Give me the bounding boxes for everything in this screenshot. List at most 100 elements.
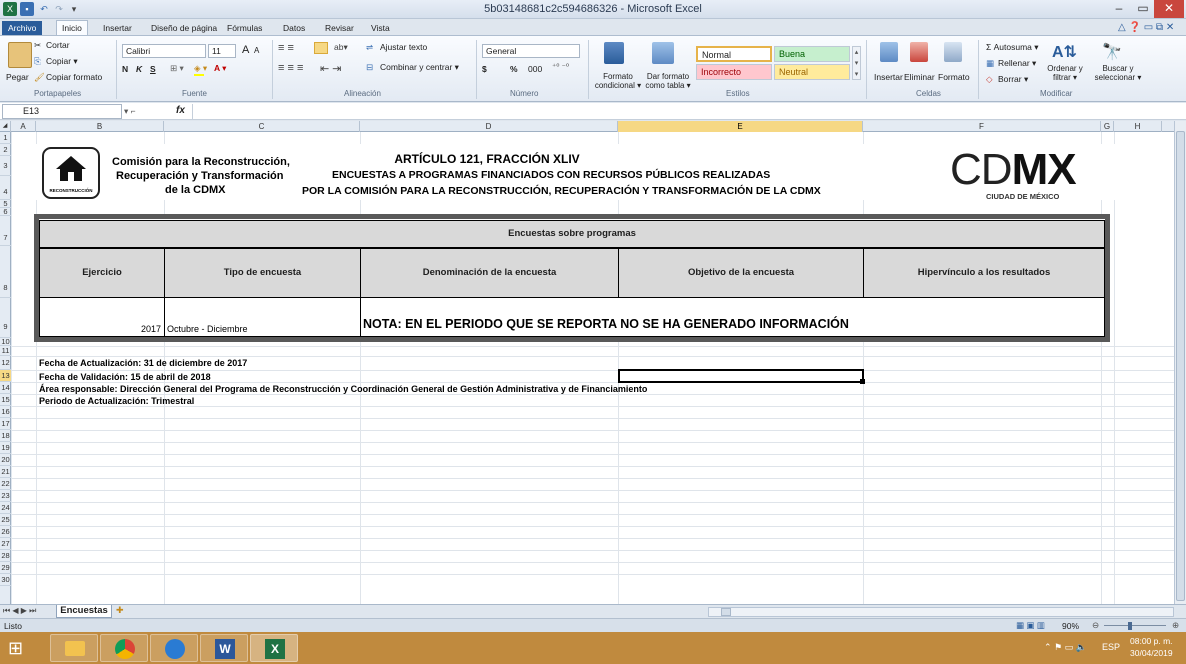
row-header[interactable]: 3 [0,156,11,176]
taskbar-word[interactable]: W [200,634,248,662]
tab-inicio[interactable]: Inicio [56,20,88,36]
conditional-format-icon[interactable] [604,42,624,64]
row-header[interactable]: 11 [0,346,11,356]
find-select-icon[interactable]: 🔭 [1102,42,1122,62]
copy-button[interactable]: Copiar ▾ [46,56,78,67]
column-header-a[interactable]: A [11,121,36,132]
zoom-slider-thumb[interactable] [1128,622,1132,630]
style-normal[interactable]: Normal [696,46,772,62]
decimal-buttons-icon[interactable]: ⁺⁰ ⁻⁰ [552,62,569,71]
wrap-text-button[interactable]: Ajustar texto [380,42,427,52]
zoom-slider[interactable] [1104,625,1166,626]
vertical-scrollbar[interactable] [1174,121,1186,604]
tab-formulas[interactable]: Fórmulas [222,21,267,35]
merge-center-icon[interactable]: ⊟ [366,62,373,73]
column-header-g[interactable]: G [1101,121,1114,132]
autosum-button[interactable]: Σ Autosuma ▾ [986,42,1039,53]
horizontal-scroll-thumb[interactable] [721,608,731,616]
font-name-combo[interactable]: Calibri [122,44,206,58]
tab-revisar[interactable]: Revisar [320,21,359,35]
align-top-icon[interactable]: ≡ ≡ [278,42,294,54]
zoom-in-icon[interactable]: ⊕ [1172,620,1179,631]
row-header[interactable]: 4 [0,176,11,200]
row-header[interactable]: 30 [0,574,11,586]
percent-button[interactable]: % [510,64,518,74]
delete-cells-icon[interactable] [910,42,928,62]
copy-icon[interactable]: ⎘ [34,56,41,67]
active-cell-e13[interactable] [618,369,864,383]
new-sheet-icon[interactable]: ✚ [116,605,124,616]
worksheet-grid[interactable]: RECONSTRUCCIÓN Comisión para la Reconstr… [12,132,1174,604]
sheet-tab-encuestas[interactable]: Encuestas [56,605,112,618]
row-header[interactable]: 14 [0,382,11,394]
style-neutral[interactable]: Neutral [774,64,850,80]
minimize-button[interactable]: – [1106,0,1132,18]
cut-button[interactable]: Cortar [46,40,70,50]
vertical-scroll-thumb[interactable] [1176,131,1185,601]
format-cells-button[interactable]: Formato [938,72,970,82]
insert-function-button[interactable]: fx [176,105,185,116]
thousands-button[interactable]: 000 [528,64,542,74]
maximize-button[interactable]: ▭ [1130,0,1156,18]
indent-icon[interactable]: ⇤ ⇥ [320,62,342,75]
row-header[interactable]: 10 [0,338,11,346]
row-header[interactable]: 6 [0,208,11,216]
insert-cells-button[interactable]: Insertar [874,72,903,82]
cell-ejercicio[interactable]: 2017 [39,297,165,337]
fill-button[interactable]: Rellenar ▾ [998,58,1036,69]
styles-gallery-scroll[interactable]: ▴ ▾ ▾ [852,46,861,80]
orientation-icon[interactable]: ab▾ [334,42,348,53]
sort-filter-icon[interactable]: A⇅ [1052,42,1077,62]
tab-insertar[interactable]: Insertar [98,21,137,35]
row-header[interactable]: 27 [0,538,11,550]
format-cells-icon[interactable] [944,42,962,62]
start-button-icon[interactable]: ⊞ [8,638,28,658]
merge-center-button[interactable]: Combinar y centrar ▾ [380,62,459,73]
cut-icon[interactable]: ✂ [34,40,41,51]
row-header[interactable]: 24 [0,502,11,514]
row-header[interactable]: 12 [0,356,11,370]
row-header[interactable]: 18 [0,430,11,442]
taskbar-chrome[interactable] [100,634,148,662]
font-size-combo[interactable]: 11 [208,44,236,58]
row-header[interactable]: 17 [0,418,11,430]
row-header[interactable]: 15 [0,394,11,406]
grow-font-button[interactable]: A [242,44,249,56]
name-box-dropdown-icon[interactable]: ▾ ⌐ [124,106,136,117]
taskbar-file-explorer[interactable] [50,634,98,662]
paste-icon[interactable] [8,42,32,68]
fill-color-icon[interactable]: ◈ ▾ [194,63,207,74]
sort-filter-button[interactable]: Ordenar y filtrar ▾ [1040,64,1090,82]
column-header-h[interactable]: H [1114,121,1162,132]
clear-icon[interactable]: ◇ [986,74,993,85]
underline-button[interactable]: S [150,64,156,74]
insert-cells-icon[interactable] [880,42,898,62]
wrap-text-icon[interactable]: ⇌ [366,42,373,53]
font-color-icon[interactable]: A ▾ [214,63,226,74]
taskbar-excel[interactable]: X [250,634,298,662]
select-all-corner[interactable]: ◢ [0,121,11,132]
cell-tipo[interactable]: Octubre - Diciembre [164,297,361,337]
row-header[interactable]: 20 [0,454,11,466]
name-box[interactable]: E13 [2,104,122,119]
paste-button[interactable]: Pegar [6,72,29,82]
row-header[interactable]: 1 [0,132,11,144]
format-painter-button[interactable]: Copiar formato [46,72,102,82]
taskbar-app[interactable] [150,634,198,662]
tray-icons[interactable]: ⌃ ⚑ ▭ 🔈 [1044,642,1087,653]
fill-handle[interactable] [860,379,865,384]
italic-button[interactable]: K [136,64,142,74]
column-header-e[interactable]: E [618,121,863,132]
view-buttons-icon[interactable]: ▦ ▣ ▥ [1016,620,1045,631]
input-language[interactable]: ESP [1102,642,1120,652]
tab-vista[interactable]: Vista [366,21,395,35]
tab-datos[interactable]: Datos [278,21,310,35]
row-header[interactable]: 9 [0,298,11,338]
sheet-nav-icon[interactable]: ⏮ ◀ ▶ ⏭ [3,606,36,616]
shrink-font-button[interactable]: A [254,46,259,55]
row-header[interactable]: 8 [0,246,11,298]
number-format-combo[interactable]: General [482,44,580,58]
bold-button[interactable]: N [122,64,128,74]
column-header-f[interactable]: F [863,121,1101,132]
format-as-table-button[interactable]: Dar formato como tabla ▾ [644,72,692,90]
